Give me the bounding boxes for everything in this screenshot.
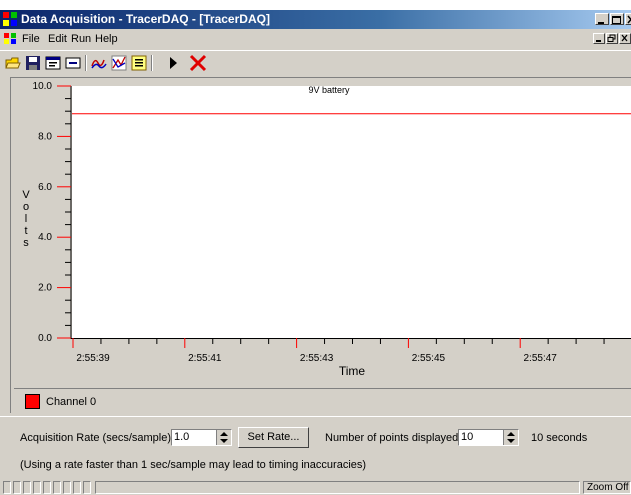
save-icon (26, 56, 40, 70)
status-segment (53, 481, 61, 494)
y-axis-label-letter: l (25, 213, 27, 225)
y-tick-label: 2.0 (38, 283, 52, 294)
y-axis-label-letter: t (24, 225, 27, 237)
menu-bar: File Edit Run Help (0, 30, 631, 48)
plot-area (72, 86, 631, 338)
points-displayed-label: Number of points displayed (325, 432, 459, 444)
open-icon (5, 57, 21, 69)
spin-down-icon[interactable] (220, 439, 228, 443)
menu-file[interactable]: File (22, 33, 40, 45)
status-progress (95, 481, 580, 494)
document-icon[interactable] (4, 33, 17, 45)
display-icon (65, 57, 81, 69)
open-button[interactable] (4, 54, 22, 72)
y-axis-label-letter: o (23, 201, 29, 213)
menu-help[interactable]: Help (95, 33, 118, 45)
menu-edit[interactable]: Edit (48, 33, 67, 45)
spin-down-icon[interactable] (507, 439, 515, 443)
acq-rate-spinner[interactable]: 1.0 (171, 429, 232, 446)
chart-button[interactable] (110, 54, 128, 72)
status-segment (33, 481, 41, 494)
close-icon (627, 15, 631, 24)
x-axis-label: Time (339, 364, 366, 378)
points-arrows[interactable] (503, 430, 518, 445)
x-tick-label: 2:55:39 (76, 353, 110, 364)
minimize-icon (598, 22, 604, 24)
points-displayed-value[interactable]: 10 (461, 431, 473, 443)
acq-rate-arrows[interactable] (216, 430, 231, 445)
status-segment (43, 481, 51, 494)
close-button[interactable] (625, 13, 631, 25)
status-segment (3, 481, 11, 494)
toolbar-separator (85, 55, 87, 71)
x-tick-label: 2:55:41 (188, 353, 222, 364)
stop-button[interactable] (189, 54, 207, 72)
spin-up-icon[interactable] (507, 432, 515, 436)
chart-panel: 9V battery 10.0 8.0 6.0 4.0 2.0 0.0 2:55:39 2:… (10, 77, 631, 413)
channel-button[interactable] (90, 54, 108, 72)
y-axis-label-letter: V (22, 189, 30, 201)
zoom-status: Zoom Off (583, 481, 631, 494)
save-button[interactable] (24, 54, 42, 72)
mdi-restore-button[interactable] (606, 33, 618, 44)
x-axis-ticks: 2:55:392:55:412:55:432:55:452:55:472:55:… (72, 338, 605, 364)
settings-button[interactable] (130, 54, 148, 72)
y-tick-label: 6.0 (38, 182, 52, 193)
acq-rate-value[interactable]: 1.0 (174, 431, 189, 443)
x-tick-label: 2:55:43 (300, 353, 334, 364)
maximize-icon (612, 16, 621, 24)
y-tick-label: 4.0 (38, 232, 52, 243)
minimize-icon (596, 40, 601, 42)
minimize-button[interactable] (595, 13, 609, 25)
x-tick-label: 2:55:47 (524, 353, 558, 364)
toolbar (0, 50, 631, 75)
mdi-minimize-button[interactable] (593, 33, 605, 44)
mdi-close-button[interactable] (619, 33, 631, 44)
status-segment (23, 481, 31, 494)
y-tick-label: 0.0 (38, 333, 52, 344)
y-axis-label-letter: s (23, 237, 29, 249)
menu-run[interactable]: Run (71, 33, 91, 45)
play-icon (170, 57, 177, 69)
y-axis-label: Volts (22, 189, 30, 249)
properties-button[interactable] (44, 54, 62, 72)
spin-up-icon[interactable] (220, 432, 228, 436)
restore-icon (607, 34, 616, 42)
status-segment (83, 481, 91, 494)
y-tick-label: 10.0 (33, 81, 53, 92)
channel-legend: Channel 0 (14, 388, 631, 414)
run-button[interactable] (164, 54, 182, 72)
maximize-button[interactable] (610, 13, 624, 25)
points-displayed-spinner[interactable]: 10 (458, 429, 519, 446)
y-axis-ticks: 10.0 8.0 6.0 4.0 2.0 0.0 (33, 81, 71, 344)
toolbar-separator (151, 55, 153, 71)
app-window: Data Acquisition - TracerDAQ - [TracerDA… (0, 10, 631, 495)
channel-legend-label: Channel 0 (46, 396, 97, 408)
display-button[interactable] (64, 54, 82, 72)
rate-warning-note: (Using a rate faster than 1 sec/sample m… (20, 459, 367, 471)
set-rate-button[interactable]: Set Rate... (238, 427, 309, 448)
y-tick-label: 8.0 (38, 131, 52, 142)
status-segment (63, 481, 71, 494)
channel-icon (91, 59, 107, 69)
properties-icon (45, 56, 61, 70)
strip-chart[interactable]: 9V battery 10.0 8.0 6.0 4.0 2.0 0.0 2:55:39 2:… (11, 78, 631, 388)
close-icon (621, 34, 628, 42)
acquisition-controls: Acquisition Rate (secs/sample) 1.0 Set R… (0, 416, 631, 481)
title-bar[interactable]: Data Acquisition - TracerDAQ - [TracerDA… (0, 10, 631, 29)
acq-rate-label: Acquisition Rate (secs/sample) (20, 432, 172, 444)
status-segment (13, 481, 21, 494)
channel-color-swatch[interactable] (25, 394, 40, 409)
settings-icon (131, 55, 147, 71)
status-bar: Zoom Off (0, 480, 631, 495)
stop-icon (189, 54, 207, 72)
window-title: Data Acquisition - TracerDAQ - [TracerDA… (21, 12, 270, 26)
duration-label: 10 seconds (531, 432, 588, 444)
app-icon (3, 12, 17, 26)
status-segment (73, 481, 81, 494)
x-tick-label: 2:55:45 (412, 353, 446, 364)
chart-icon (111, 55, 127, 71)
chart-title: 9V battery (308, 85, 350, 95)
